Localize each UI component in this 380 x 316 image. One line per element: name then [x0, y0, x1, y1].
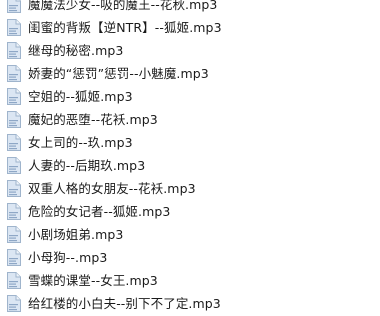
file-row[interactable]: 双重人格的女朋友--花袄.mp3: [0, 177, 380, 200]
file-name: 小母狗--.mp3: [28, 250, 108, 265]
file-row[interactable]: 娇妻的“惩罚”惩罚--小魅魔.mp3: [0, 62, 380, 85]
file-name: 魔妃的恶堕--花袄.mp3: [28, 112, 158, 127]
audio-file-icon: [5, 88, 22, 105]
file-name: 人妻的--后期玖.mp3: [28, 158, 146, 173]
audio-file-icon: [5, 249, 22, 266]
file-name: 给红楼的小白夫--别下不了定.mp3: [28, 296, 221, 311]
file-name: 空姐的--狐姬.mp3: [28, 89, 133, 104]
audio-file-icon: [5, 65, 22, 82]
file-name: 闺蜜的背叛【逆NTR】--狐姬.mp3: [28, 20, 222, 35]
file-row[interactable]: 女上司的--玖.mp3: [0, 131, 380, 154]
audio-file-icon: [5, 272, 22, 289]
audio-file-icon: [5, 111, 22, 128]
file-name: 女上司的--玖.mp3: [28, 135, 133, 150]
file-name: 魔魔法少女--吸的魔王--花秋.mp3: [28, 0, 218, 12]
file-row[interactable]: 继母的秘密.mp3: [0, 39, 380, 62]
file-name: 娇妻的“惩罚”惩罚--小魅魔.mp3: [28, 66, 209, 81]
audio-file-icon: [5, 226, 22, 243]
audio-file-icon: [5, 157, 22, 174]
file-row[interactable]: 小剧场姐弟.mp3: [0, 223, 380, 246]
file-row[interactable]: 雪蝶的课堂--女王.mp3: [0, 269, 380, 292]
file-row[interactable]: 闺蜜的背叛【逆NTR】--狐姬.mp3: [0, 16, 380, 39]
file-name: 双重人格的女朋友--花袄.mp3: [28, 181, 196, 196]
file-name: 雪蝶的课堂--女王.mp3: [28, 273, 158, 288]
audio-file-icon: [5, 19, 22, 36]
audio-file-icon: [5, 0, 22, 13]
file-name: 小剧场姐弟.mp3: [28, 227, 124, 242]
audio-file-icon: [5, 295, 22, 312]
audio-file-icon: [5, 203, 22, 220]
audio-file-icon: [5, 134, 22, 151]
file-row[interactable]: 空姐的--狐姬.mp3: [0, 85, 380, 108]
file-row[interactable]: 人妻的--后期玖.mp3: [0, 154, 380, 177]
file-name: 继母的秘密.mp3: [28, 43, 124, 58]
audio-file-icon: [5, 42, 22, 59]
file-row[interactable]: 魔魔法少女--吸的魔王--花秋.mp3: [0, 0, 380, 16]
audio-file-icon: [5, 180, 22, 197]
file-row[interactable]: 魔妃的恶堕--花袄.mp3: [0, 108, 380, 131]
file-list: 魔魔法少女--吸的魔王--花秋.mp3 闺蜜的背叛【逆NTR】--狐姬.mp3 继母…: [0, 0, 380, 315]
file-row[interactable]: 危险的女记者--狐姬.mp3: [0, 200, 380, 223]
file-row[interactable]: 给红楼的小白夫--别下不了定.mp3: [0, 292, 380, 315]
file-row[interactable]: 小母狗--.mp3: [0, 246, 380, 269]
file-name: 危险的女记者--狐姬.mp3: [28, 204, 171, 219]
